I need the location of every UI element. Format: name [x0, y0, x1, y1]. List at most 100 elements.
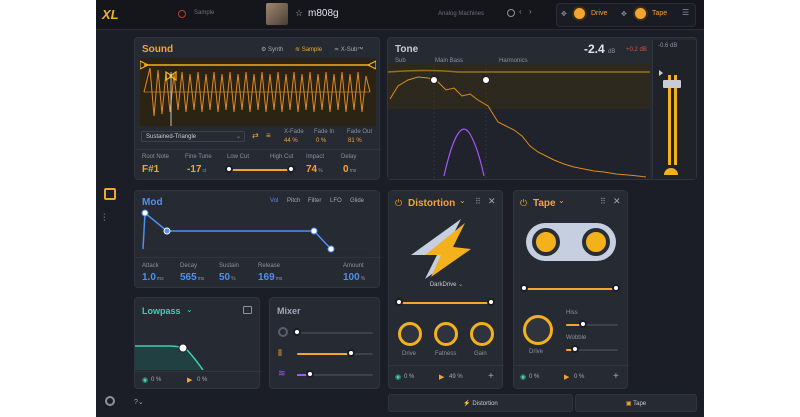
- mod-source-icon[interactable]: ◉: [142, 376, 148, 384]
- fadeout-value[interactable]: 81 %: [348, 138, 362, 144]
- close-icon[interactable]: ✕: [488, 196, 496, 207]
- preset-name[interactable]: m808g: [308, 8, 339, 19]
- chevron-down-icon[interactable]: ⌄: [186, 305, 193, 314]
- lowpass-mod-right[interactable]: 0 %: [197, 377, 207, 383]
- drag-handle-icon[interactable]: ⠿: [475, 197, 481, 206]
- power-icon[interactable]: ⏻: [395, 198, 402, 209]
- filter-menu-icon[interactable]: [243, 306, 252, 314]
- tab-pitch[interactable]: Pitch: [287, 198, 300, 204]
- tab-sample[interactable]: ≋ Sample: [295, 46, 322, 53]
- mod-source-icon[interactable]: ◉: [395, 373, 401, 381]
- attack-label: Attack: [142, 263, 159, 269]
- amount-value[interactable]: 100%: [343, 272, 365, 283]
- waveform-select[interactable]: Sustained-Triangle ⌄: [141, 131, 245, 142]
- tape-title[interactable]: Tape: [533, 198, 556, 209]
- fatness-knob[interactable]: [434, 322, 458, 346]
- distortion-title[interactable]: Distortion: [408, 198, 455, 209]
- distortion-preset[interactable]: DarkDrive ⌄: [389, 281, 504, 288]
- record-icon[interactable]: [178, 10, 186, 18]
- add-icon[interactable]: +: [488, 371, 494, 382]
- drag-handle-icon[interactable]: ✥: [621, 10, 627, 18]
- sound-panel: Sound ⚙ Synth ≋ Sample ≍ X-Sub™ Sustaine…: [134, 37, 381, 180]
- help-icon[interactable]: ?⌄: [134, 398, 144, 406]
- favorite-star-icon[interactable]: ☆: [295, 8, 303, 19]
- xfade-value[interactable]: 44 %: [284, 138, 298, 144]
- add-icon[interactable]: +: [613, 371, 619, 382]
- prev-preset-icon[interactable]: ‹: [519, 7, 522, 16]
- close-icon[interactable]: ✕: [613, 196, 621, 207]
- tape-range-right-handle[interactable]: [612, 284, 620, 292]
- tab-xsub[interactable]: ≍ X-Sub™: [334, 46, 363, 53]
- chevron-down-icon[interactable]: ⌄: [558, 196, 565, 205]
- sample-level-handle[interactable]: [347, 349, 355, 357]
- tab-vol[interactable]: Vol: [270, 198, 278, 204]
- lightning-bolt-icon: [411, 219, 471, 279]
- lowpass-mod-left[interactable]: 0 %: [151, 377, 161, 383]
- xsub-level-handle[interactable]: [306, 370, 314, 378]
- tab-tape-bottom[interactable]: ▣ Tape: [575, 394, 697, 412]
- tape-range-left-handle[interactable]: [520, 284, 528, 292]
- sample-label[interactable]: Sample: [194, 10, 214, 16]
- output-knob[interactable]: [664, 168, 678, 175]
- mixer-sliders-icon[interactable]: ⫶: [103, 213, 106, 224]
- play-icon[interactable]: ▶: [187, 376, 192, 384]
- settings-gear-icon[interactable]: [105, 396, 115, 406]
- swap-arrows-icon[interactable]: ⇄: [252, 131, 259, 140]
- delay-label: Delay: [341, 154, 357, 160]
- root-note-value[interactable]: F#1: [142, 164, 159, 175]
- history-icon[interactable]: [507, 9, 515, 17]
- tape-drive-knob[interactable]: [523, 315, 553, 345]
- high-cut-handle[interactable]: [287, 165, 295, 173]
- tone-gain-value[interactable]: -2.4 dB: [584, 42, 615, 56]
- sustain-value[interactable]: 50%: [219, 272, 236, 283]
- tab-distortion-bottom[interactable]: ⚡ Distortion: [388, 394, 573, 412]
- low-cut-handle[interactable]: [225, 165, 233, 173]
- preset-bank[interactable]: Analog Machines: [438, 11, 484, 17]
- tab-glide[interactable]: Glide: [350, 198, 364, 204]
- tab-lfo[interactable]: LFO: [330, 198, 342, 204]
- sample-waveform[interactable]: [140, 58, 376, 126]
- filter-curve[interactable]: [135, 328, 261, 370]
- distortion-range-left-handle[interactable]: [395, 298, 403, 306]
- distortion-range-right-handle[interactable]: [487, 298, 495, 306]
- attack-value[interactable]: 1.0ms: [142, 272, 164, 283]
- wobble-handle[interactable]: [571, 345, 579, 353]
- output-fader-handle[interactable]: [663, 80, 681, 88]
- attack-point: [141, 209, 149, 217]
- impact-value[interactable]: 74%: [306, 164, 323, 175]
- drive-knob[interactable]: [398, 322, 422, 346]
- power-icon[interactable]: ⏻: [520, 198, 527, 209]
- play-icon[interactable]: ▶: [439, 373, 444, 381]
- mod-source-icon[interactable]: ◉: [520, 373, 526, 381]
- synth-level-handle[interactable]: [293, 328, 301, 336]
- tab-synth[interactable]: ⚙ Synth: [261, 46, 283, 53]
- amount-label: Amount: [343, 263, 364, 269]
- envelope-graph[interactable]: [139, 209, 375, 253]
- tone-spectrum[interactable]: [388, 64, 650, 179]
- drag-handle-icon[interactable]: ✥: [561, 10, 567, 18]
- tape-mod-left[interactable]: 0 %: [529, 374, 539, 380]
- fadein-value[interactable]: 0 %: [316, 138, 326, 144]
- sustain-point: [310, 227, 318, 235]
- chevron-down-icon[interactable]: ⌄: [459, 196, 466, 205]
- tape-macro-knob[interactable]: [633, 6, 648, 21]
- gain-knob[interactable]: [470, 322, 494, 346]
- distortion-mod-right[interactable]: 49 %: [449, 374, 463, 380]
- waveform-list-icon[interactable]: ≡: [266, 131, 271, 140]
- distortion-mod-left[interactable]: 0 %: [404, 374, 414, 380]
- play-icon[interactable]: ▶: [564, 373, 569, 381]
- lowpass-title[interactable]: Lowpass: [142, 306, 181, 316]
- tab-distortion-bottom-label: Distortion: [472, 401, 498, 407]
- delay-value[interactable]: 0ms: [343, 164, 356, 175]
- drag-handle-icon[interactable]: ⠿: [600, 197, 606, 206]
- release-value[interactable]: 169ms: [258, 272, 282, 283]
- next-preset-icon[interactable]: ›: [529, 7, 532, 16]
- hiss-handle[interactable]: [579, 320, 587, 328]
- menu-icon[interactable]: ☰: [682, 8, 689, 17]
- tab-filter[interactable]: Filter: [308, 198, 321, 204]
- fine-tune-value[interactable]: -17ct: [187, 164, 206, 175]
- decay-value[interactable]: 565ms: [180, 272, 204, 283]
- tape-mod-right[interactable]: 0 %: [574, 374, 584, 380]
- modules-grid-icon[interactable]: [104, 188, 116, 200]
- drive-macro-knob[interactable]: [572, 6, 587, 21]
